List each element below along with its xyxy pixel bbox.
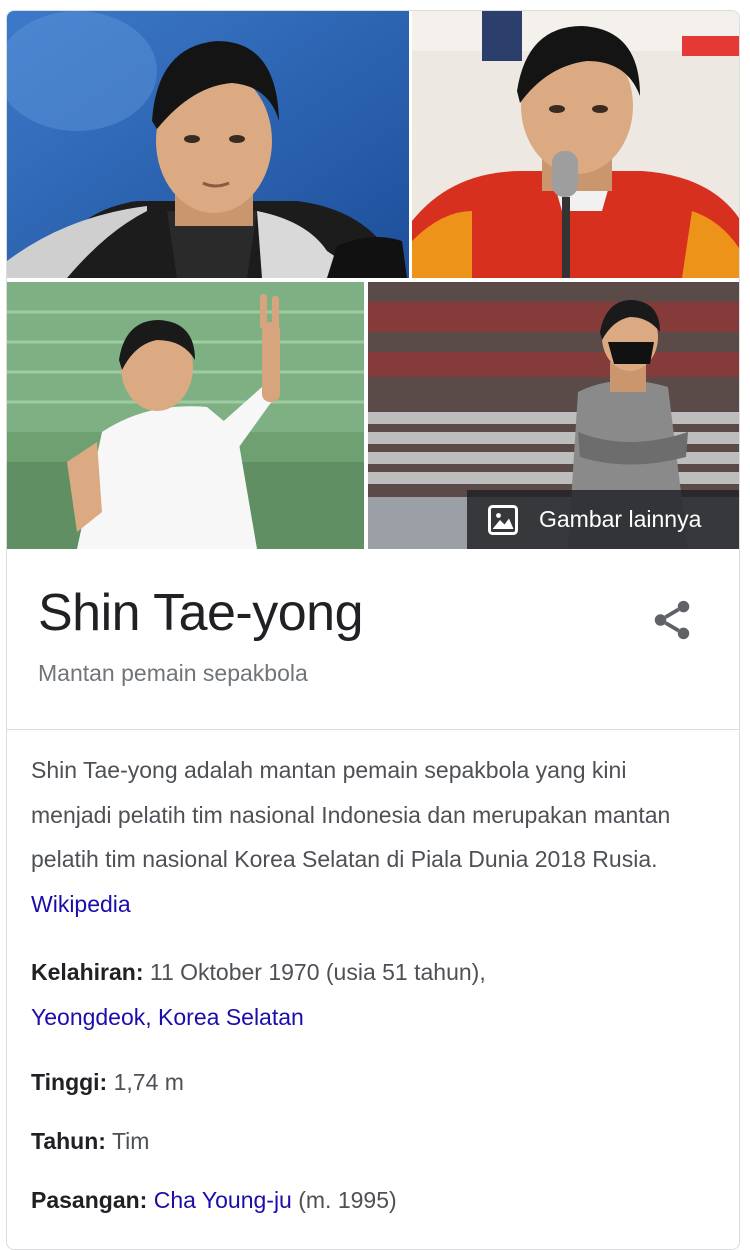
more-images-label: Gambar lainnya (539, 506, 702, 532)
fact-years: Tahun: Tim (31, 1119, 701, 1164)
fact-value: Tim (111, 1128, 150, 1154)
fact-height: Tinggi: 1,74 m (31, 1060, 701, 1105)
entity-description: Shin Tae-yong adalah mantan pemain sepak… (31, 748, 701, 926)
fact-value: 11 Oktober 1970 (usia 51 tahun), (149, 959, 486, 985)
fact-value: (m. 1995) (298, 1187, 397, 1213)
image-icon (488, 504, 518, 535)
fact-label: Tinggi: (31, 1069, 108, 1095)
description-text: Shin Tae-yong adalah mantan pemain sepak… (31, 757, 671, 872)
photo-gesture-image (7, 282, 364, 549)
photo-3[interactable] (7, 282, 364, 549)
photo-press-image (412, 11, 739, 278)
more-images-button[interactable]: Gambar lainnya (467, 490, 739, 549)
fact-value: 1,74 m (113, 1069, 184, 1095)
fact-label: Kelahiran: (31, 959, 144, 985)
photo-portrait-image (7, 11, 409, 278)
entity-title: Shin Tae-yong (38, 584, 364, 642)
birthplace-link[interactable]: Yeongdeok, Korea Selatan (31, 1004, 304, 1030)
entity-subtitle: Mantan pemain sepakbola (38, 660, 308, 686)
fact-birth: Kelahiran: 11 Oktober 1970 (usia 51 tahu… (31, 950, 701, 1039)
spouse-link[interactable]: Cha Young-ju (154, 1187, 292, 1213)
panel-header: Shin Tae-yong Mantan pemain sepakbola (7, 549, 739, 730)
share-icon[interactable] (649, 597, 695, 643)
wikipedia-link[interactable]: Wikipedia (31, 891, 131, 917)
photo-2[interactable] (412, 11, 739, 278)
fact-spouse: Pasangan: Cha Young-ju (m. 1995) (31, 1178, 701, 1223)
fact-label: Pasangan: (31, 1187, 148, 1213)
photo-1[interactable] (7, 11, 409, 278)
fact-label: Tahun: (31, 1128, 106, 1154)
